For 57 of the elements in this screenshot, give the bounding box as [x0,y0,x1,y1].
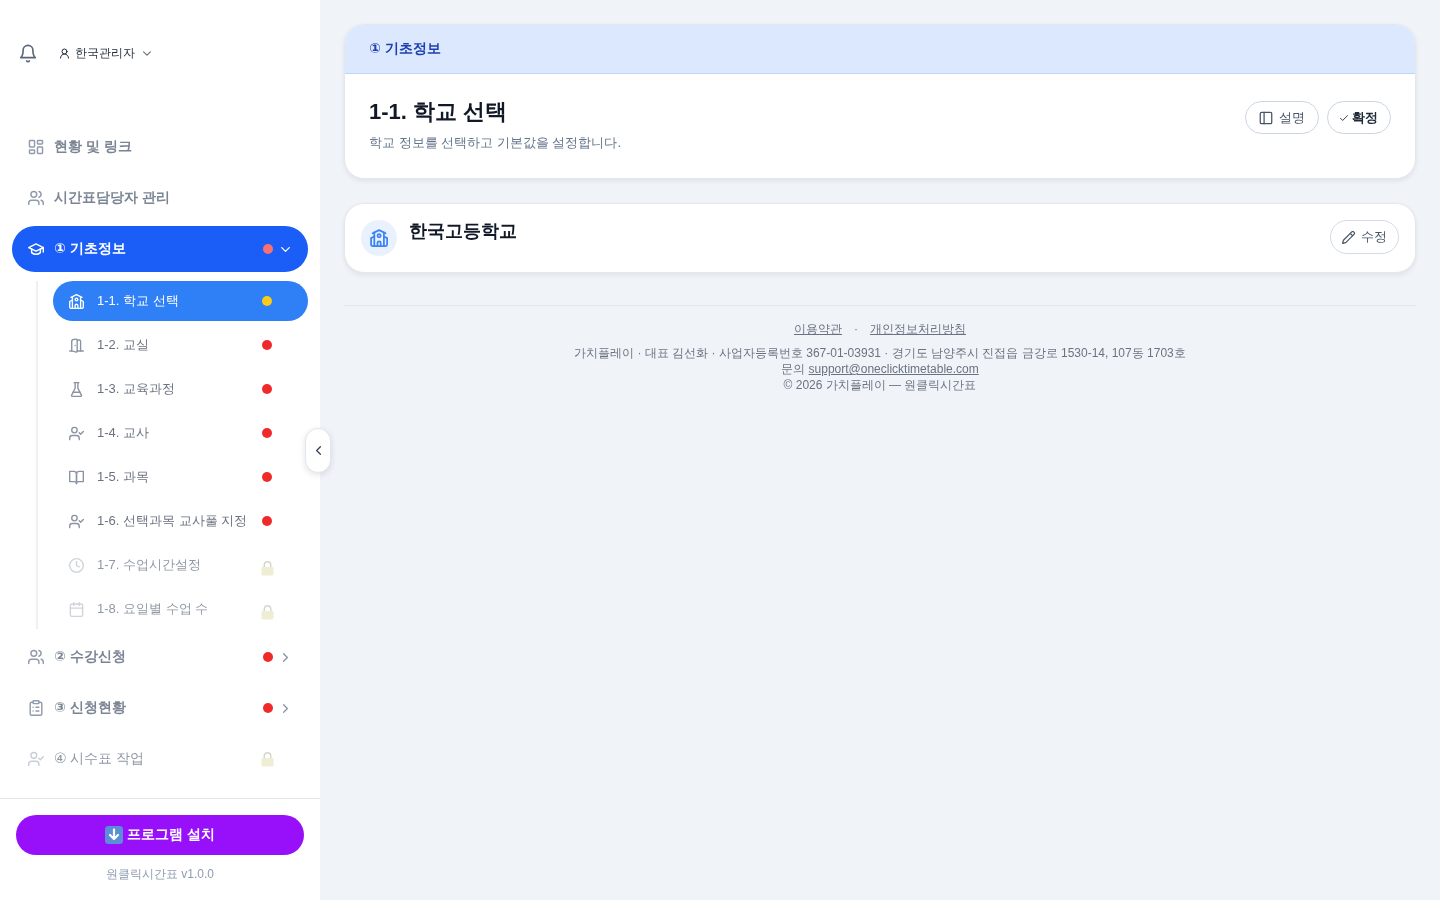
nav-item[interactable]: ② 수강신청 [12,634,308,680]
user-check-icon [69,425,84,441]
chevron-down-icon [143,50,151,56]
door-icon [69,337,84,353]
calendar-icon [69,601,84,617]
nav-subitem[interactable]: 1-3. 교육과정 [53,369,308,409]
school-icon [361,220,397,256]
copyright-text: © 2026 가치플레이 — 원클릭시간표 [783,377,977,393]
page-title: 1-1. 학교 선택 [369,98,509,126]
nav-subitem[interactable]: 1-4. 교사 [53,413,308,453]
download-icon [105,826,124,844]
contact-info: 문의 support@oneclicktimetable.com [781,361,979,377]
panel-icon [1259,110,1273,125]
lock-icon [261,560,274,576]
pencil-icon [1342,230,1355,244]
company-info: 가치플레이 · 대표 김선화 · 사업자등록번호 367-01-03931 · 경기도 남양주시 진접읍 금강로 1530-14, 107동 1703호 [574,345,1186,361]
clipboard-icon [28,700,44,716]
install-button[interactable]: 프로그램 설치 [16,815,304,855]
nav-item[interactable]: 시간표담당자 관리 [12,175,308,221]
footer-link[interactable]: 개인정보처리방침 [870,321,966,337]
nav-item[interactable]: 현황 및 링크 [12,124,308,170]
nav-item[interactable]: ④ 시수표 작업 [12,736,308,782]
user-menu[interactable]: 한국관리자 [59,44,151,62]
nav-item[interactable]: ③ 신청현황 [12,685,308,731]
footer-separator: · [854,321,858,337]
dashboard-icon [28,139,44,155]
flask-icon [69,381,84,397]
version-text: 원클릭시간표 v1.0.0 [106,866,214,883]
section-header: ① 기초정보 [345,25,1415,74]
confirm-button[interactable]: 확정 [1327,101,1391,134]
graduation-cap-icon [28,241,44,257]
page-description: 학교 정보를 선택하고 기본값을 설정합니다. [369,134,623,152]
school-name: 한국고등학교 [409,220,518,242]
footer-link[interactable]: 이용약관 [794,321,842,337]
edit-button[interactable]: 수정 [1330,220,1399,254]
lock-icon [261,604,274,620]
chevron-left-icon [315,446,321,455]
users-icon [28,649,44,665]
users-icon [28,190,44,206]
book-icon [69,469,84,485]
guide-button[interactable]: 설명 [1245,101,1319,134]
nav-subitem[interactable]: 1-2. 교실 [53,325,308,365]
nav-subitem[interactable]: 1-1. 학교 선택 [53,281,308,321]
user-check-icon [69,513,84,529]
lock-icon [261,751,274,767]
nav-subitem[interactable]: 1-7. 수업시간설정 [53,545,308,585]
school-icon [69,293,84,309]
nav-subitem[interactable]: 1-5. 과목 [53,457,308,497]
user-icon [59,47,70,59]
nav-subitem[interactable]: 1-6. 선택과목 교사풀 지정 [53,501,308,541]
bell-icon[interactable] [19,43,37,63]
email-link[interactable]: support@oneclicktimetable.com [808,362,979,376]
check-icon [1340,114,1348,121]
clock-icon [69,557,84,573]
user-check-icon [28,751,44,767]
nav-subitem[interactable]: 1-8. 요일별 수업 수 [53,589,308,629]
nav-item[interactable]: ① 기초정보 [12,226,308,272]
